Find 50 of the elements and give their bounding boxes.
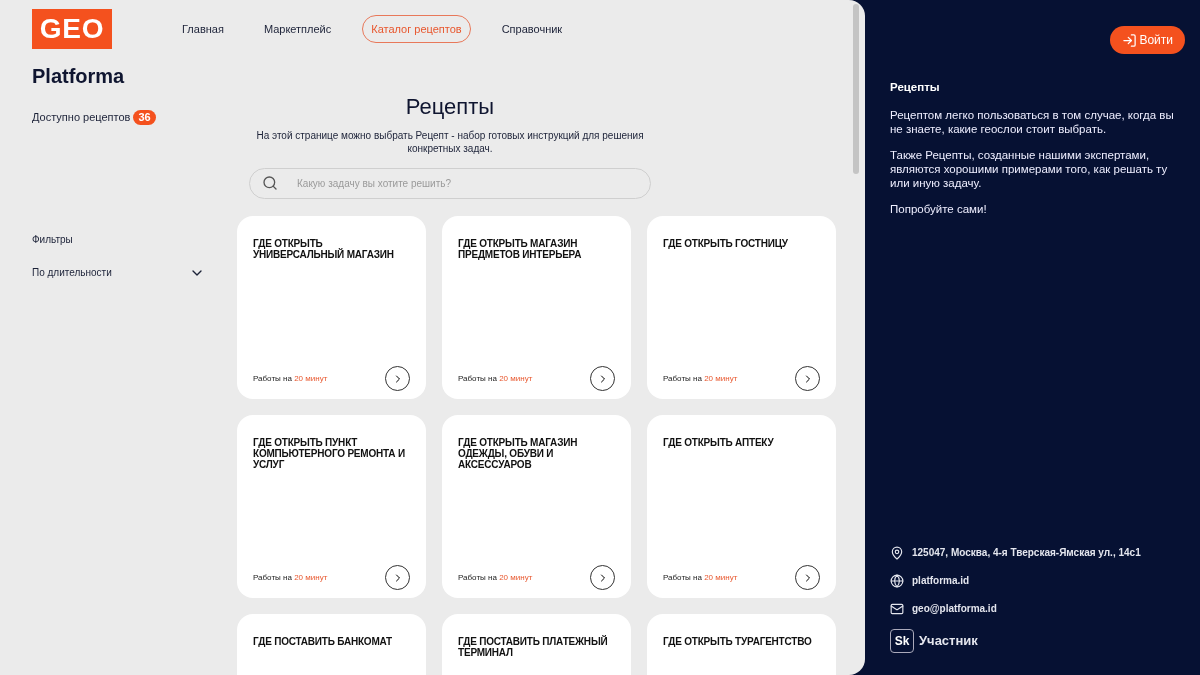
recipe-card[interactable]: ГДЕ ОТКРЫТЬ ПУНКТ КОМПЬЮТЕРНОГО РЕМОНТА И УСЛУГ Работы на 20 минут	[237, 415, 426, 598]
recipe-card[interactable]: ГДЕ ОТКРЫТЬ ГОСТНИЦУ Работы на 20 минут	[647, 216, 836, 399]
duration-text: Работы на 20 минут	[253, 571, 328, 584]
search-field[interactable]: Какую задачу вы хотите решить?	[249, 168, 651, 199]
search-icon	[262, 175, 278, 191]
sk-logo: Sk	[890, 629, 914, 653]
recipe-title: ГДЕ ОТКРЫТЬ МАГАЗИН ОДЕЖДЫ, ОБУВИ И АКСЕССУАРОВ	[458, 437, 579, 470]
recipe-title: ГДЕ ОТКРЫТЬ УНИВЕРСАЛЬНЫЙ МАГАЗИН	[253, 238, 395, 260]
recipe-card[interactable]: ГДЕ ОТКРЫТЬ ТУРАГЕНТСТВО	[647, 614, 836, 675]
recipe-title: ГДЕ ОТКРЫТЬ ГОСТНИЦУ	[663, 238, 789, 249]
recipe-card[interactable]: ГДЕ ОТКРЫТЬ УНИВЕРСАЛЬНЫЙ МАГАЗИН Работы на 20 минут	[237, 216, 426, 399]
nav-link[interactable]: Главная	[173, 14, 233, 44]
recipe-title: ГДЕ ОТКРЫТЬ АПТЕКУ	[663, 437, 775, 448]
location-pin-icon	[890, 545, 904, 560]
globe-icon	[890, 573, 904, 588]
recipe-card[interactable]: ГДЕ ПОСТАВИТЬ БАНКОМАТ	[237, 614, 426, 675]
recipe-title: ГДЕ ПОСТАВИТЬ ПЛАТЕЖНЫЙ ТЕРМИНАЛ	[458, 636, 609, 658]
scrollbar-thumb[interactable]	[853, 4, 859, 174]
recipe-title: ГДЕ ОТКРЫТЬ ПУНКТ КОМПЬЮТЕРНОГО РЕМОНТА И УСЛУГ	[253, 437, 406, 470]
duration-text: Работы на 20 минут	[458, 571, 533, 584]
mail-icon	[890, 601, 904, 616]
filter-dropdown[interactable]: По длительности	[32, 264, 205, 281]
page-description: На этой странице можно выбрать Рецепт - набор готовых инструкций для решения конкретных задач.	[255, 129, 645, 155]
recipe-card[interactable]: ГДЕ ОТКРЫТЬ АПТЕКУ Работы на 20 минут	[647, 415, 836, 598]
nav-link[interactable]: Справочник	[492, 14, 572, 44]
login-icon	[1122, 32, 1138, 48]
recipe-card[interactable]: ГДЕ ОТКРЫТЬ МАГАЗИН ОДЕЖДЫ, ОБУВИ И АКСЕССУАРОВ Работы на 20 минут	[442, 415, 631, 598]
info-paragraph: Также Рецепты, созданные нашими экспертами, являются хорошими примерами того, как решать ту или иную задачу.	[890, 148, 1169, 191]
available-label: Доступно рецептов	[32, 110, 131, 125]
recipe-title: ГДЕ ПОСТАВИТЬ БАНКОМАТ	[253, 636, 393, 647]
nav-link[interactable]: Маркетплейс	[254, 14, 341, 44]
contact-text: 125047, Москва, 4-я Тверская-Ямская ул., 14с1	[912, 546, 1141, 560]
duration-text: Работы на 20 минут	[663, 571, 738, 584]
recipe-card[interactable]: ГДЕ ОТКРЫТЬ МАГАЗИН ПРЕДМЕТОВ ИНТЕРЬЕРА Работы на 20 минут	[442, 216, 631, 399]
page-title: Рецепты	[405, 93, 495, 121]
duration-text: Работы на 20 минут	[458, 372, 533, 385]
info-paragraph: Попробуйте сами!	[890, 202, 988, 217]
info-paragraph: Рецептом легко пользоваться в том случае, когда вы не знаете, какие геослои стоит выбрать.	[890, 108, 1175, 137]
contact-text: platforma.id	[912, 574, 970, 588]
count-badge: 36	[133, 109, 156, 125]
recipe-card[interactable]: ГДЕ ПОСТАВИТЬ ПЛАТЕЖНЫЙ ТЕРМИНАЛ	[442, 614, 631, 675]
recipe-title: ГДЕ ОТКРЫТЬ ТУРАГЕНТСТВО	[663, 636, 813, 647]
recipe-title: ГДЕ ОТКРЫТЬ МАГАЗИН ПРЕДМЕТОВ ИНТЕРЬЕРА	[458, 238, 583, 260]
filters-title: Фильтры	[32, 232, 74, 247]
member-label: Участник	[919, 632, 978, 651]
duration-text: Работы на 20 минут	[663, 372, 738, 385]
contact-text: geo@platforma.id	[912, 602, 997, 616]
brand-name: Platforma	[32, 64, 126, 88]
info-title: Рецепты	[890, 80, 941, 95]
duration-text: Работы на 20 минут	[253, 372, 328, 385]
